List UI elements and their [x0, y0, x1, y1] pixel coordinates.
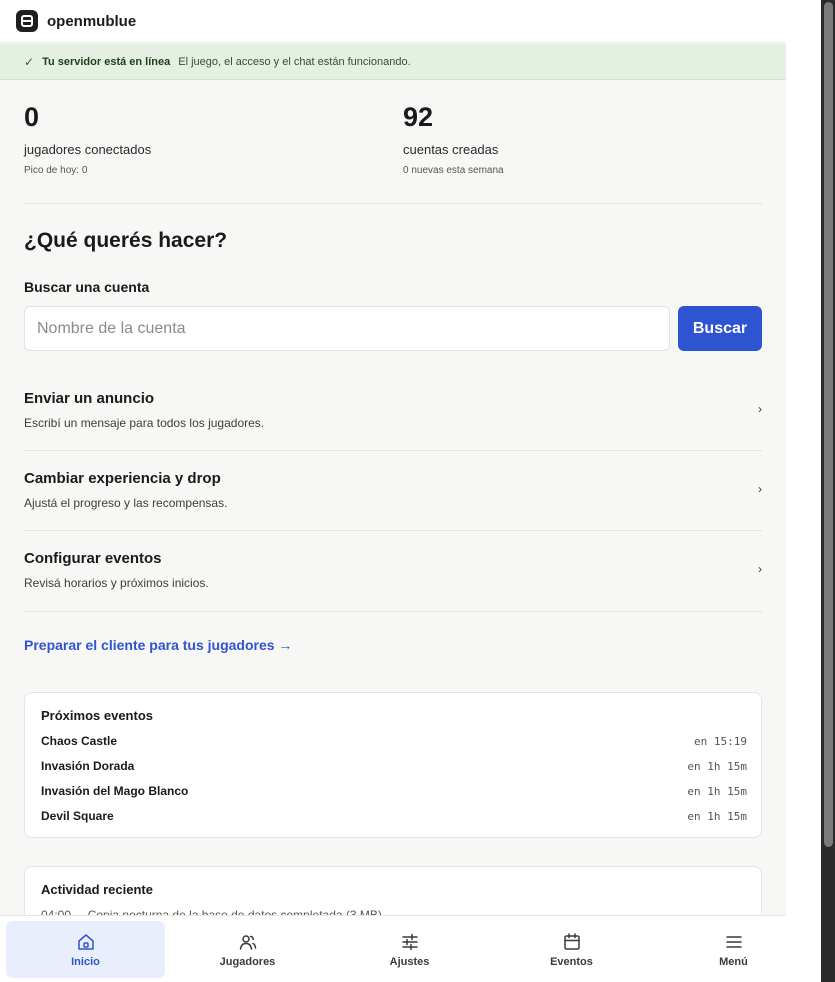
nav-label: Eventos: [550, 955, 593, 968]
search-label: Buscar una cuenta: [24, 279, 150, 295]
event-time: en 1h 15m: [687, 809, 747, 823]
nav-label: Jugadores: [219, 955, 276, 968]
event-row: Invasión del Mago Blanco en 1h 15m: [41, 781, 747, 801]
nav-label: Ajustes: [389, 955, 430, 968]
divider: [24, 203, 762, 204]
card-title: Actividad reciente: [41, 882, 153, 897]
event-name: Chaos Castle: [41, 734, 118, 748]
bottom-navigation: Inicio Jugadores Ajustes Eventos Menú: [0, 915, 786, 982]
action-description: Ajustá el progreso y las recompensas.: [24, 496, 228, 510]
app-root: openmublue ✓ Tu servidor está en línea E…: [0, 0, 786, 982]
scrollbar[interactable]: [821, 0, 835, 982]
home-icon: [77, 933, 94, 950]
action-title: Cambiar experiencia y drop: [24, 470, 221, 487]
nav-label: Inicio: [71, 955, 100, 968]
brand-name: openmublue: [47, 12, 137, 30]
nav-item-menu[interactable]: Menú: [654, 921, 786, 978]
event-time: en 15:19: [694, 734, 747, 748]
stat-label: jugadores conectados: [24, 142, 152, 157]
account-search-input[interactable]: [24, 306, 670, 351]
event-time: en 1h 15m: [687, 759, 747, 773]
check-icon: ✓: [24, 54, 35, 69]
nav-item-eventos[interactable]: Eventos: [492, 921, 651, 978]
action-title: Enviar un anuncio: [24, 390, 155, 407]
chevron-right-icon: ›: [758, 482, 762, 496]
nav-item-inicio[interactable]: Inicio: [6, 921, 165, 978]
sliders-icon: [401, 933, 418, 950]
stat-value: 92: [403, 102, 434, 132]
chevron-right-icon: ›: [758, 562, 762, 576]
search-button[interactable]: Buscar: [678, 306, 762, 351]
card-title: Próximos eventos: [41, 708, 153, 723]
stat-accounts-created: 92 cuentas creadas 0 nuevas esta semana: [403, 100, 504, 176]
stat-players-online: 0 jugadores conectados Pico de hoy: 0: [24, 100, 151, 176]
event-row: Chaos Castle en 15:19: [41, 731, 747, 751]
action-send-announcement[interactable]: Enviar un anuncio Escribí un mensaje par…: [24, 390, 762, 470]
divider: [24, 611, 762, 612]
stat-value: 0: [24, 102, 40, 132]
server-status-banner: ✓ Tu servidor está en línea El juego, el…: [0, 44, 786, 80]
nav-item-jugadores[interactable]: Jugadores: [168, 921, 327, 978]
event-name: Devil Square: [41, 809, 114, 823]
window-gutter: [786, 0, 821, 982]
action-description: Revisá horarios y próximos inicios.: [24, 576, 209, 590]
logo-icon: [16, 10, 38, 32]
stat-sub: 0 nuevas esta semana: [403, 165, 504, 176]
action-description: Escribí un mensaje para todos los jugado…: [24, 416, 265, 430]
divider: [24, 530, 762, 531]
event-name: Invasión del Mago Blanco: [41, 784, 189, 798]
prepare-client-link[interactable]: Preparar el cliente para tus jugadores →: [24, 637, 292, 653]
stat-sub: Pico de hoy: 0: [24, 165, 88, 176]
event-row: Devil Square en 1h 15m: [41, 806, 747, 826]
chevron-right-icon: ›: [758, 402, 762, 416]
action-title: Configurar eventos: [24, 550, 162, 567]
section-heading: ¿Qué querés hacer?: [24, 229, 228, 252]
action-change-exp-drop[interactable]: Cambiar experiencia y drop Ajustá el pro…: [24, 470, 762, 550]
nav-label: Menú: [719, 955, 748, 968]
action-configure-events[interactable]: Configurar eventos Revisá horarios y pró…: [24, 550, 762, 630]
nav-item-ajustes[interactable]: Ajustes: [330, 921, 489, 978]
status-message: El juego, el acceso y el chat están func…: [178, 55, 411, 68]
event-name: Invasión Dorada: [41, 759, 135, 773]
status-title: Tu servidor está en línea: [42, 55, 171, 68]
players-icon: [239, 934, 256, 950]
top-bar: openmublue: [0, 0, 786, 43]
upcoming-events-card: Próximos eventos Chaos Castle en 15:19 I…: [24, 692, 762, 838]
menu-icon: [725, 935, 742, 948]
event-row: Invasión Dorada en 1h 15m: [41, 756, 747, 776]
divider: [24, 450, 762, 451]
calendar-icon: [563, 932, 580, 950]
scrollbar-thumb[interactable]: [824, 2, 833, 847]
event-time: en 1h 15m: [687, 784, 747, 798]
stat-label: cuentas creadas: [403, 142, 499, 157]
